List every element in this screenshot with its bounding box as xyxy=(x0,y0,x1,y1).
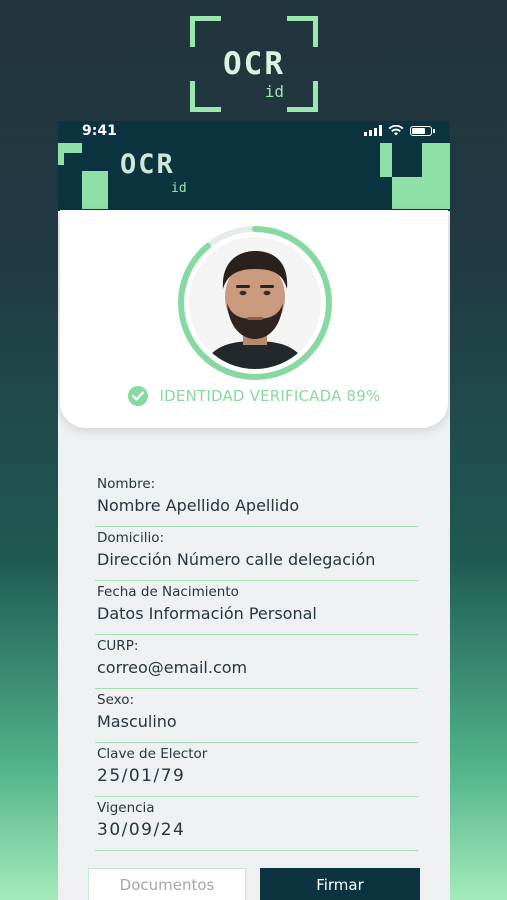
field-label: Clave de Elector xyxy=(97,746,208,762)
field-value[interactable]: 25/01/79 xyxy=(97,766,185,786)
profile-card: IDENTIDAD VERIFICADA 89% xyxy=(60,210,448,428)
logo-bracket-bottom-left xyxy=(190,81,221,112)
pixel-decor-right-2 xyxy=(392,177,422,209)
field-label: Sexo: xyxy=(97,692,135,708)
field-label: CURP: xyxy=(97,638,139,654)
field-value[interactable]: Dirección Número calle delegación xyxy=(97,550,375,569)
verification-ring xyxy=(177,225,333,381)
wifi-icon xyxy=(388,125,404,136)
sign-button[interactable]: Firmar xyxy=(260,868,420,900)
pixel-decor-right-1 xyxy=(380,143,392,177)
logo-bracket-top-left xyxy=(190,16,221,47)
identity-fields: Nombre: Nombre Apellido Apellido Domicil… xyxy=(95,473,418,851)
field-value[interactable]: Masculino xyxy=(97,712,177,731)
field-label: Vigencia xyxy=(97,800,155,816)
field-fecha-nacimiento: Fecha de Nacimiento Datos Información Pe… xyxy=(95,581,418,635)
app-header: 9:41 OCR id xyxy=(58,121,450,211)
field-clave-elector: Clave de Elector 25/01/79 xyxy=(95,743,418,797)
status-bar: 9:41 xyxy=(58,121,450,141)
logo-text: OCR xyxy=(223,46,285,82)
signal-icon xyxy=(364,125,382,136)
logo-bracket-top-right xyxy=(287,16,318,47)
status-time: 9:41 xyxy=(82,123,117,139)
logo-sub: id xyxy=(264,82,284,101)
field-value[interactable]: 30/09/24 xyxy=(97,820,185,840)
pixel-decor-left-3 xyxy=(58,153,64,165)
field-value[interactable]: Datos Información Personal xyxy=(97,604,317,623)
pixel-decor-left-1 xyxy=(58,143,82,153)
documents-button[interactable]: Documentos xyxy=(88,868,246,900)
status-icons xyxy=(364,125,435,136)
check-circle-icon xyxy=(127,386,148,406)
field-domicilio: Domicilio: Dirección Número calle delega… xyxy=(95,527,418,581)
header-logo: OCR xyxy=(120,149,175,180)
header-logo-sub: id xyxy=(171,181,187,196)
field-label: Fecha de Nacimiento xyxy=(97,584,239,600)
phone-screen: 9:41 OCR id IDENTIDAD VERIFICADA 89% Nom… xyxy=(58,121,450,900)
field-curp: CURP: correo@email.com xyxy=(95,635,418,689)
field-sexo: Sexo: Masculino xyxy=(95,689,418,743)
avatar xyxy=(189,237,321,369)
pixel-decor-left-2 xyxy=(82,171,108,209)
app-logo: OCR id xyxy=(190,16,318,112)
battery-icon xyxy=(410,126,435,136)
verification-text: IDENTIDAD VERIFICADA 89% xyxy=(159,387,381,405)
field-label: Domicilio: xyxy=(97,530,165,546)
pixel-decor-right-3 xyxy=(422,143,450,209)
field-nombre: Nombre: Nombre Apellido Apellido xyxy=(95,473,418,527)
field-vigencia: Vigencia 30/09/24 xyxy=(95,797,418,851)
field-label: Nombre: xyxy=(97,476,156,492)
field-value[interactable]: Nombre Apellido Apellido xyxy=(97,496,299,515)
field-value[interactable]: correo@email.com xyxy=(97,658,247,677)
verification-status: IDENTIDAD VERIFICADA 89% xyxy=(60,386,448,406)
logo-bracket-bottom-right xyxy=(287,81,318,112)
